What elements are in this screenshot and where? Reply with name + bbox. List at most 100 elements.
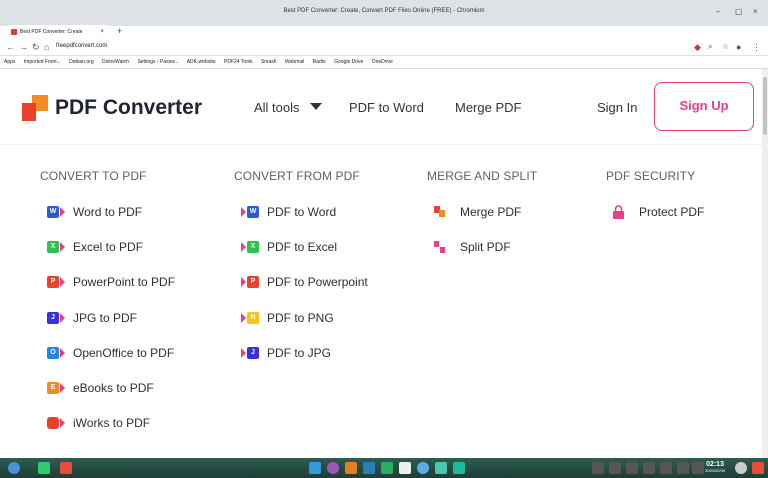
maximize-icon[interactable]: ▢ [735,7,743,16]
taskbar-clock[interactable]: 02:13 2020/02/09 [705,461,725,473]
pdf-converter-logo-icon[interactable] [22,95,48,121]
taskbar-app-icon[interactable] [327,462,339,474]
brand-name[interactable]: PDF Converter [55,96,202,120]
arrow-icon [60,348,65,358]
word-icon: W [47,206,59,218]
powerpoint-icon: P [247,276,259,288]
close-window-icon[interactable]: × [753,7,758,16]
menu-item-label: JPG to PDF [73,311,138,325]
powerpoint-icon: P [47,276,59,288]
address-bar[interactable]: freepdfconvert.com [56,43,107,49]
heading-merge-and-split: MERGE AND SPLIT [427,169,538,183]
home-icon[interactable]: ⌂ [44,42,49,52]
arrow-icon [60,383,65,393]
user-icon[interactable] [735,462,747,474]
bookmark-star-icon[interactable]: ☆ [722,42,729,51]
lock-icon [613,205,624,219]
menu-item-label: iWorks to PDF [73,416,151,430]
menu-item-label: PDF to Excel [267,240,338,254]
taskbar-app-icon[interactable] [345,462,357,474]
iworks-icon [47,417,59,429]
minimize-icon[interactable]: – [716,7,720,16]
bookmarks-bar: Apps Imported From... Debian.org DistroW… [0,56,768,69]
chevron-down-icon [310,103,323,110]
excel-icon: X [47,241,59,253]
bookmark-item[interactable]: Radio [313,59,326,65]
arrow-icon [60,418,65,428]
sign-up-button[interactable]: Sign Up [654,82,754,131]
extension-icon[interactable]: ◆ [694,42,701,53]
files-app-icon[interactable] [38,462,50,474]
new-tab-icon[interactable]: + [117,26,122,36]
taskbar-app-icon[interactable] [453,462,465,474]
bookmark-item[interactable]: Imported From... [24,59,61,65]
arrow-icon [60,277,65,287]
arrow-icon [60,242,65,252]
start-menu-icon[interactable] [8,462,20,474]
nav-merge-pdf[interactable]: Merge PDF [455,100,521,115]
jpg-icon: J [47,312,59,324]
excel-icon: X [247,241,259,253]
openoffice-icon: O [47,347,59,359]
arrow-icon [241,242,246,252]
clock-time: 02:13 [706,461,724,468]
power-icon[interactable] [752,462,764,474]
tray-icon[interactable] [660,462,672,474]
browser-tab[interactable]: Best PDF Converter: Create × [6,25,111,39]
arrow-icon [241,313,246,323]
scrollbar-thumb[interactable] [763,77,767,135]
notification-icon[interactable] [677,462,689,474]
bookmark-item[interactable]: Webmail [285,59,304,65]
menu-item-label: eBooks to PDF [73,381,154,395]
menu-item-label: PowerPoint to PDF [73,275,176,289]
menu-item-label: PDF to Word [267,205,337,219]
volume-icon[interactable] [609,462,621,474]
heading-pdf-security: PDF SECURITY [606,169,696,183]
bookmark-item[interactable]: Smash [261,59,277,65]
taskbar-app-icon[interactable] [381,462,393,474]
back-icon[interactable]: ← [6,42,15,52]
tray-icon[interactable] [592,462,604,474]
png-icon: N [247,312,259,324]
bookmark-item[interactable]: Debian.org [69,59,93,65]
taskbar-app-icon[interactable] [435,462,447,474]
arrow-icon [241,207,246,217]
close-tab-icon[interactable]: × [100,25,104,39]
bookmark-item[interactable]: Settings - Passw... [137,59,178,65]
bookmark-item[interactable]: Google Drive [334,59,363,65]
nav-pdf-to-word[interactable]: PDF to Word [349,100,424,115]
keyboard-icon[interactable] [692,462,704,474]
desktop-taskbar: 02:13 2020/02/09 [0,458,768,478]
bookmark-item[interactable]: PDF24 Tools [224,59,253,65]
browser-toolbar: ← → ↻ ⌂ freepdfconvert.com ◆ ⌕ ☆ ● ⋮ [0,39,768,56]
page-scrollbar[interactable] [762,69,768,458]
tray-icon[interactable] [643,462,655,474]
arrow-icon [241,277,246,287]
bookmark-item[interactable]: OneDrive [372,59,393,65]
arrow-icon [241,348,246,358]
nav-all-tools[interactable]: All tools [254,100,323,115]
pdf-favicon-icon [11,29,17,35]
menu-item-label: Merge PDF [460,205,522,219]
profile-icon[interactable]: ● [736,42,741,52]
tab-title: Best PDF Converter: Create [20,29,83,35]
taskbar-app-icon[interactable] [309,462,321,474]
bookmark-item[interactable]: Apps [4,59,15,65]
menu-item-label: Excel to PDF [73,240,144,254]
zoom-icon[interactable]: ⌕ [708,42,712,52]
menu-item-label: PDF to PNG [267,311,334,325]
pen-icon[interactable] [626,462,638,474]
sign-in-link[interactable]: Sign In [597,100,637,115]
menu-dots-icon[interactable]: ⋮ [752,42,761,53]
menu-item-label: OpenOffice to PDF [73,346,175,360]
chromium-icon[interactable] [417,462,429,474]
calendar-icon[interactable] [399,462,411,474]
bookmark-item[interactable]: ADK-website [187,59,216,65]
taskbar-app-icon[interactable] [363,462,375,474]
app-launcher-icon[interactable] [60,462,72,474]
heading-convert-to-pdf: CONVERT TO PDF [40,169,147,183]
reload-icon[interactable]: ↻ [32,42,40,53]
bookmark-item[interactable]: DistroWatch [102,59,129,65]
forward-icon[interactable]: → [19,42,28,52]
menu-item-label: Split PDF [460,240,511,254]
